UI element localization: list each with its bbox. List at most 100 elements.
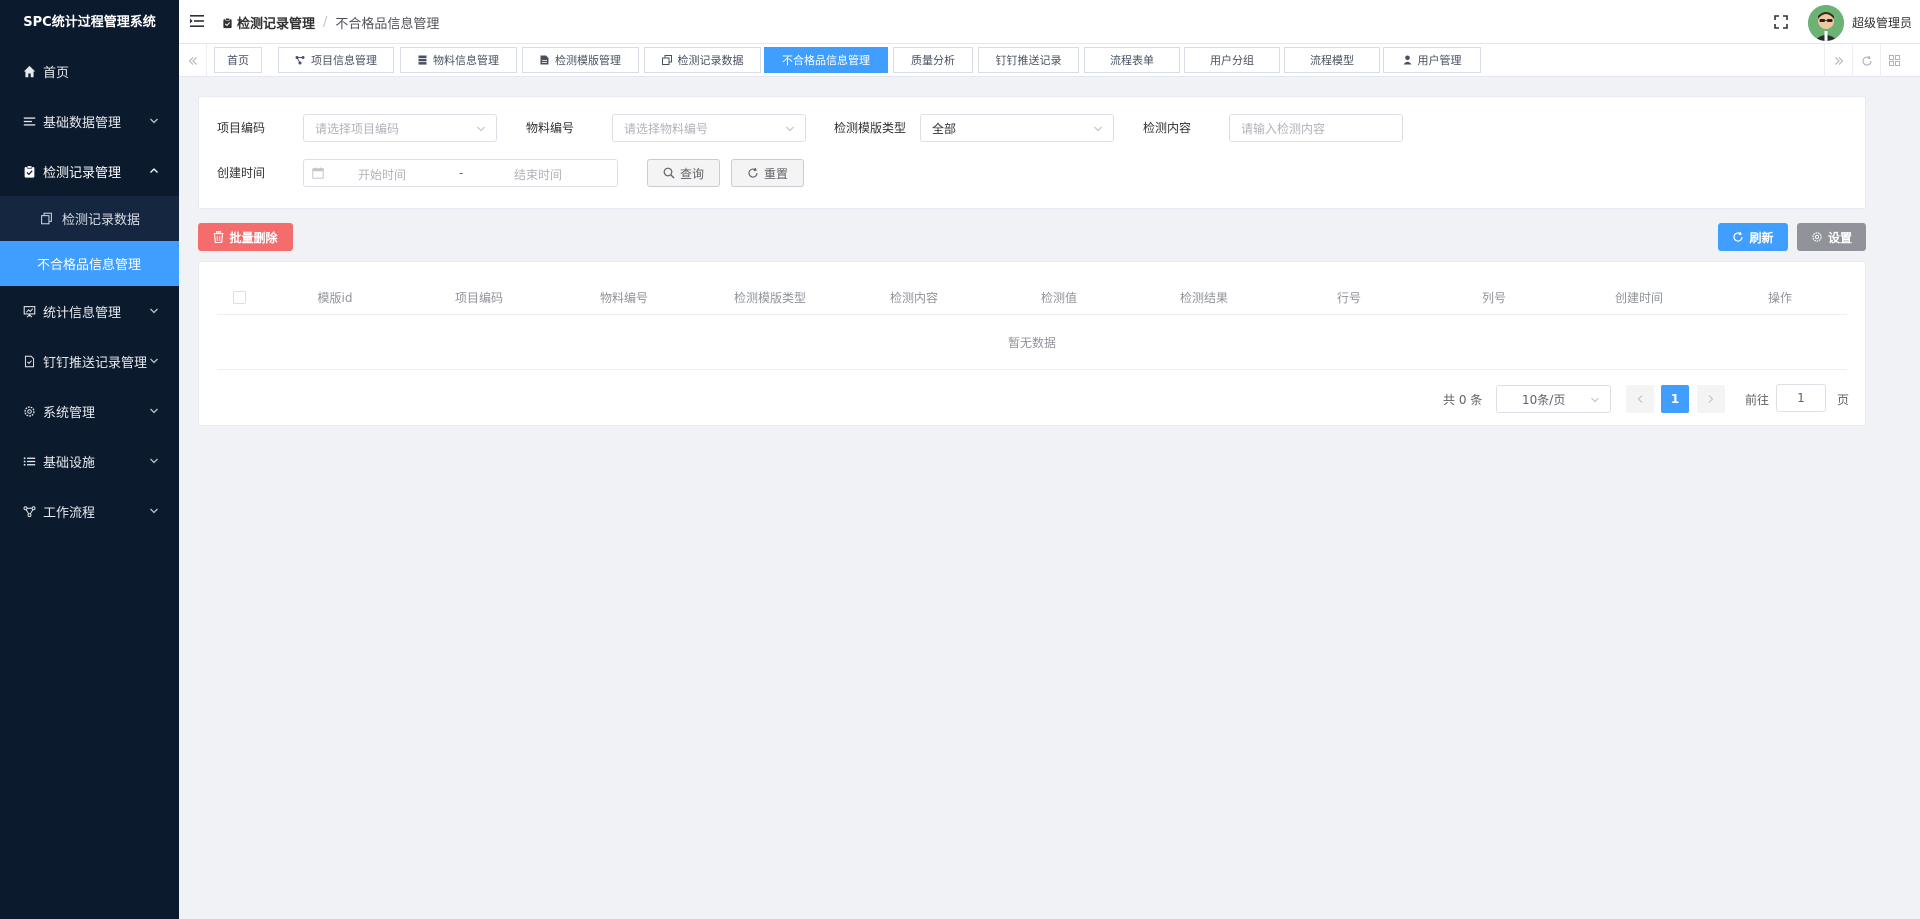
start-time-placeholder[interactable]: 开始时间 bbox=[358, 166, 406, 183]
query-button[interactable]: 查询 bbox=[647, 159, 720, 187]
end-time-placeholder[interactable]: 结束时间 bbox=[514, 166, 562, 183]
tab-flow-model[interactable]: 流程模型 bbox=[1284, 47, 1380, 73]
top-header: 检测记录管理 / 不合格品信息管理 超级管理员 bbox=[179, 0, 1920, 44]
sidebar: SPC统计过程管理系统 首页 基础数据管理 检测记录管理 检测记录数据 不合格品… bbox=[0, 0, 179, 919]
page-suffix: 页 bbox=[1837, 393, 1850, 407]
calendar-icon bbox=[312, 167, 324, 179]
sidebar-subitem-inspection-data[interactable]: 检测记录数据 bbox=[0, 196, 179, 241]
sidebar-item-infrastructure[interactable]: 基础设施 bbox=[0, 436, 179, 486]
tab-flow-form[interactable]: 流程表单 bbox=[1084, 47, 1180, 73]
avatar[interactable] bbox=[1808, 5, 1844, 41]
sidebar-item-home[interactable]: 首页 bbox=[0, 46, 179, 96]
goto-page-input[interactable]: 1 bbox=[1776, 384, 1826, 412]
reset-button[interactable]: 重置 bbox=[731, 159, 804, 187]
column-header: 模版id bbox=[317, 291, 353, 305]
sidebar-item-label: 检测记录数据 bbox=[62, 213, 141, 228]
refresh-button[interactable]: 刷新 bbox=[1718, 223, 1788, 251]
sidebar-item-system[interactable]: 系统管理 bbox=[0, 386, 179, 436]
username[interactable]: 超级管理员 bbox=[1852, 14, 1912, 31]
material-code-label: 物料编号 bbox=[526, 121, 575, 135]
template-type-select[interactable]: 全部 bbox=[920, 114, 1114, 142]
next-page-button[interactable] bbox=[1697, 385, 1725, 413]
tab-user-group[interactable]: 用户分组 bbox=[1184, 47, 1280, 73]
material-code-select[interactable]: 请选择物料编号 bbox=[612, 114, 806, 142]
refresh-tab-icon[interactable] bbox=[1852, 44, 1880, 77]
gear-icon bbox=[22, 404, 36, 418]
sidebar-item-label: 系统管理 bbox=[43, 405, 96, 421]
tab-quality-analysis[interactable]: 质量分析 bbox=[893, 47, 973, 73]
scroll-left-icon[interactable] bbox=[179, 44, 207, 77]
sidebar-item-label: 不合格品信息管理 bbox=[37, 258, 142, 273]
prev-page-button[interactable] bbox=[1626, 385, 1654, 413]
user-icon bbox=[1403, 55, 1418, 65]
breadcrumb: 检测记录管理 / 不合格品信息管理 bbox=[222, 13, 439, 32]
list-icon bbox=[22, 114, 36, 128]
page-number-button[interactable]: 1 bbox=[1661, 385, 1689, 413]
template-type-label: 检测模版类型 bbox=[834, 121, 907, 135]
home-icon bbox=[22, 64, 36, 78]
gear-icon bbox=[1811, 231, 1828, 243]
created-date-range[interactable]: 开始时间 - 结束时间 bbox=[303, 159, 618, 187]
chevron-down-icon bbox=[149, 506, 159, 516]
table-divider bbox=[217, 369, 1847, 370]
sidebar-item-label: 基础设施 bbox=[43, 455, 96, 471]
chevron-up-icon bbox=[149, 166, 159, 176]
sidebar-item-label: 基础数据管理 bbox=[43, 115, 122, 131]
settings-button[interactable]: 设置 bbox=[1797, 223, 1866, 251]
tab-dingtalk-records[interactable]: 钉钉推送记录 bbox=[978, 47, 1079, 73]
batch-delete-button[interactable]: 批量删除 bbox=[198, 223, 293, 251]
chart-board-icon bbox=[22, 304, 36, 318]
sidebar-item-inspection[interactable]: 检测记录管理 bbox=[0, 146, 179, 196]
clipboard-icon bbox=[22, 164, 36, 178]
column-header: 行号 bbox=[1336, 291, 1361, 305]
file-icon bbox=[540, 55, 555, 65]
project-code-select[interactable]: 请选择项目编码 bbox=[303, 114, 497, 142]
scroll-right-icon[interactable] bbox=[1824, 44, 1852, 77]
tab-project-info[interactable]: 项目信息管理 bbox=[278, 47, 394, 73]
sidebar-item-label: 工作流程 bbox=[43, 505, 96, 521]
page-size-select[interactable]: 10条/页 bbox=[1496, 385, 1611, 413]
total-count: 共 0 条 bbox=[1443, 393, 1483, 407]
hamburger-icon[interactable] bbox=[190, 15, 204, 27]
empty-table-text: 暂无数据 bbox=[1007, 336, 1056, 350]
grid-menu-icon[interactable] bbox=[1880, 44, 1908, 77]
flow-icon bbox=[22, 504, 36, 518]
sidebar-item-statistics[interactable]: 统计信息管理 bbox=[0, 286, 179, 336]
tab-material-info[interactable]: 物料信息管理 bbox=[400, 47, 517, 73]
tags-bar: 首页 项目信息管理 物料信息管理 检测模版管理 检测记录数据 不合格品信息管理 … bbox=[179, 44, 1920, 77]
sidebar-item-label: 钉钉推送记录管理 bbox=[43, 355, 148, 371]
column-header: 物料编号 bbox=[599, 291, 648, 305]
column-header: 项目编码 bbox=[454, 291, 503, 305]
sidebar-item-label: 首页 bbox=[43, 65, 70, 81]
copy-icon bbox=[661, 55, 678, 65]
created-time-label: 创建时间 bbox=[217, 166, 266, 180]
chevron-down-icon bbox=[149, 356, 159, 366]
sidebar-subitem-nonconforming[interactable]: 不合格品信息管理 bbox=[0, 241, 179, 286]
range-separator: - bbox=[459, 166, 464, 180]
sidebar-item-workflow[interactable]: 工作流程 bbox=[0, 486, 179, 536]
tab-template[interactable]: 检测模版管理 bbox=[522, 47, 639, 73]
tab-home[interactable]: 首页 bbox=[214, 47, 262, 73]
search-icon bbox=[663, 167, 680, 179]
tab-inspection-data[interactable]: 检测记录数据 bbox=[644, 47, 761, 73]
refresh-icon bbox=[1732, 231, 1749, 243]
tab-user-management[interactable]: 用户管理 bbox=[1383, 47, 1481, 73]
column-header: 列号 bbox=[1481, 291, 1506, 305]
copy-icon bbox=[40, 212, 54, 226]
breadcrumb-item[interactable]: 检测记录管理 bbox=[222, 13, 315, 32]
chevron-down-icon bbox=[149, 116, 159, 126]
select-all-checkbox[interactable] bbox=[233, 291, 246, 304]
column-header: 检测模版类型 bbox=[733, 291, 806, 305]
chevron-down-icon bbox=[149, 456, 159, 466]
breadcrumb-separator: / bbox=[323, 15, 328, 30]
sidebar-item-dingtalk[interactable]: 钉钉推送记录管理 bbox=[0, 336, 179, 386]
tab-nonconforming[interactable]: 不合格品信息管理 bbox=[764, 47, 888, 73]
search-panel bbox=[198, 96, 1866, 209]
chevron-down-icon bbox=[1093, 124, 1103, 134]
sidebar-item-label: 检测记录管理 bbox=[43, 165, 122, 181]
content-input[interactable]: 请输入检测内容 bbox=[1229, 114, 1403, 142]
column-header: 检测结果 bbox=[1179, 291, 1228, 305]
refresh-icon bbox=[747, 167, 764, 179]
fullscreen-icon[interactable] bbox=[1774, 15, 1788, 29]
sidebar-item-basic-data[interactable]: 基础数据管理 bbox=[0, 96, 179, 146]
